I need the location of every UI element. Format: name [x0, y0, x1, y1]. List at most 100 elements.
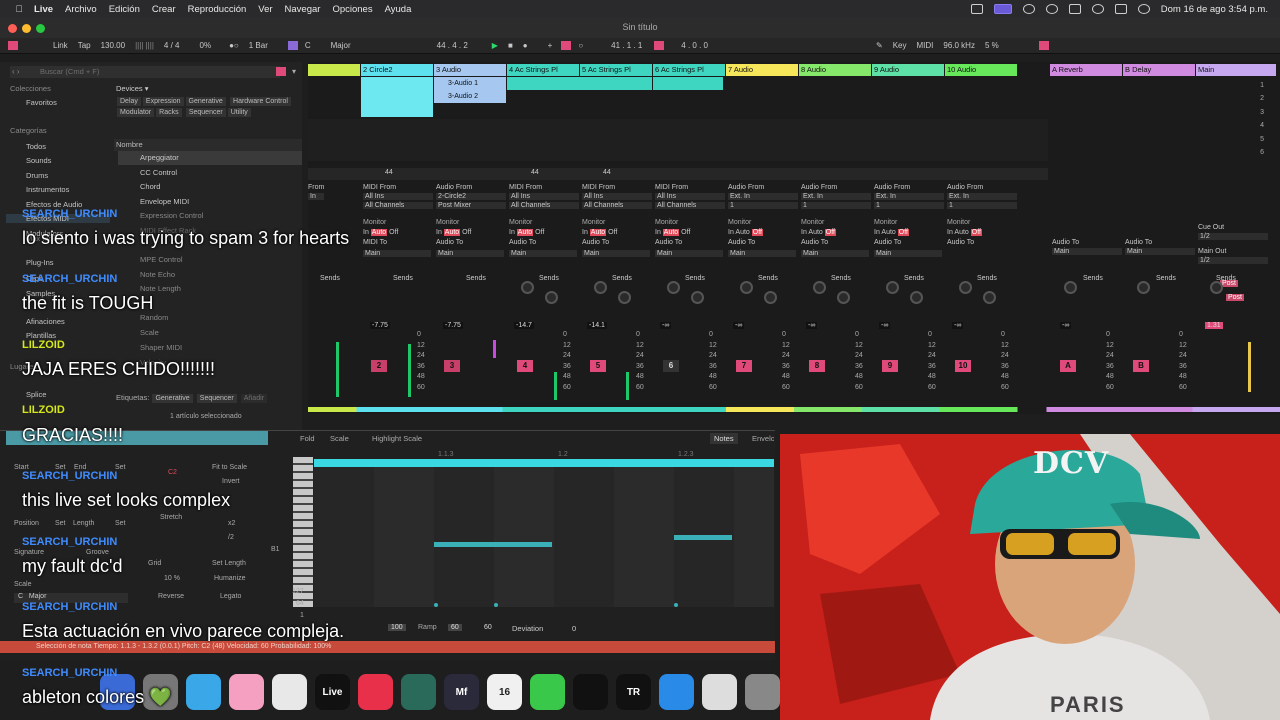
ramp-mid-field[interactable]: 60	[448, 624, 462, 631]
arrangement-view-icon[interactable]	[8, 41, 18, 50]
dock-settings-icon[interactable]	[745, 674, 780, 710]
browser-options-icon[interactable]	[276, 67, 286, 76]
cue-out[interactable]: Cue Out 1/2	[1198, 224, 1268, 240]
vol-track5[interactable]: -14.1	[587, 322, 607, 329]
wifi-icon[interactable]	[1068, 4, 1081, 14]
io-track3[interactable]: Audio From 2-Circle2 Post Mixer	[436, 184, 506, 209]
dock-appletv-icon[interactable]	[573, 674, 608, 710]
track-header-3[interactable]: 3 Audio	[434, 64, 506, 76]
io-track8[interactable]: Audio From Ext. In 1	[801, 184, 871, 209]
dock-maps-icon[interactable]	[186, 674, 221, 710]
place-splice[interactable]: Splice	[26, 390, 46, 399]
menu-edicion[interactable]: Edición	[109, 4, 140, 15]
control-icon[interactable]	[1114, 4, 1127, 14]
track-activator-5[interactable]: 5	[590, 360, 606, 372]
vol-track2[interactable]: -7.75	[370, 322, 390, 329]
vol-track9[interactable]: -∞	[879, 322, 891, 329]
loop-start[interactable]: 41 . 1 . 1	[607, 41, 646, 50]
divide-two-button[interactable]: /2	[228, 534, 234, 541]
track-header-7[interactable]: 7 Audio	[726, 64, 798, 76]
scale-mode-icon[interactable]	[287, 41, 298, 50]
vol-track6[interactable]: -∞	[660, 322, 672, 329]
ramp-start-field[interactable]: 100	[388, 624, 406, 631]
send-b-knob-5[interactable]	[618, 291, 631, 304]
notes-tab[interactable]: Notes	[710, 433, 738, 444]
track-activator-a[interactable]: A	[1060, 360, 1076, 372]
length-set-button[interactable]: Set	[115, 520, 126, 527]
io-track9[interactable]: Audio From Ext. In 1	[874, 184, 944, 209]
clip-strings-6[interactable]	[653, 77, 723, 90]
invert-button[interactable]: Invert	[222, 478, 240, 485]
clip-track2[interactable]	[361, 77, 433, 117]
menu-app[interactable]: Live	[34, 4, 53, 15]
send-b-knob-7[interactable]	[764, 291, 777, 304]
io-track6[interactable]: MIDI From All Ins All Channels	[655, 184, 725, 209]
key-map-button[interactable]: Key	[889, 41, 911, 50]
user-icon[interactable]	[1045, 4, 1058, 14]
monitor-buttons-row[interactable]: In Auto Off In Auto Off In Auto Off In Auto…	[363, 229, 1013, 236]
track-activator-3[interactable]: 3	[444, 360, 460, 372]
scene-launchers[interactable]: 123456	[1256, 79, 1264, 159]
track-header-reverb[interactable]: A Reverb	[1050, 64, 1122, 76]
track-header-5[interactable]: 5 Ac Strings Pl	[580, 64, 652, 76]
humanize-button[interactable]: Humanize	[214, 575, 246, 582]
name-column-header[interactable]: Nombre	[114, 139, 302, 151]
track-activator-8[interactable]: 8	[809, 360, 825, 372]
menubar-clock[interactable]: Dom 16 de ago 3:54 p.m.	[1161, 4, 1268, 15]
devices-dropdown[interactable]: Devices ▾	[116, 84, 149, 93]
clip-strings[interactable]	[507, 77, 652, 90]
track-activator-10[interactable]: 10	[955, 360, 971, 372]
loop-switch-icon[interactable]	[654, 41, 665, 50]
dock-tr-icon[interactable]: TR	[616, 674, 651, 710]
track-activator-2[interactable]: 2	[371, 360, 387, 372]
track-activator-b[interactable]: B	[1133, 360, 1149, 372]
send-b-knob-6[interactable]	[691, 291, 704, 304]
screen-mirror-icon[interactable]	[970, 4, 983, 14]
vol-track3[interactable]: -7.75	[443, 322, 463, 329]
reverse-button[interactable]: Reverse	[158, 593, 184, 600]
track-header-4[interactable]: 4 Ac Strings Pl	[507, 64, 579, 76]
tap-button[interactable]: Tap	[74, 41, 95, 50]
device-cc-control[interactable]: CC Control	[118, 166, 302, 180]
ramp-end-field[interactable]: 60	[484, 624, 492, 631]
footer-tag-generative[interactable]: Generative	[152, 394, 193, 403]
record-button-icon[interactable]: ●	[519, 41, 532, 50]
play-icon[interactable]: ▶	[488, 41, 502, 50]
send-b-knob-9[interactable]	[910, 291, 923, 304]
record-icon[interactable]	[1022, 4, 1035, 14]
tag-utility[interactable]: Utility	[227, 108, 251, 117]
send-b-knob-4[interactable]	[545, 291, 558, 304]
track-header-main[interactable]: Main	[1196, 64, 1276, 76]
back-icon[interactable]: ‹ ›	[12, 67, 20, 76]
track-header-1[interactable]	[308, 64, 360, 76]
link-button[interactable]: Link	[49, 41, 72, 50]
overdub-icon[interactable]: +	[544, 41, 557, 50]
grid-select[interactable]: Grid	[148, 560, 161, 567]
track-activator-6[interactable]: 6	[663, 360, 679, 372]
dock-chrome-icon[interactable]	[272, 674, 307, 710]
tag-hardware-control[interactable]: Hardware Control	[230, 97, 291, 106]
tag-delay[interactable]: Delay	[117, 97, 141, 106]
send-a-knob-5[interactable]	[594, 281, 607, 294]
io-track1[interactable]: From In	[308, 184, 325, 200]
post-button-2[interactable]: Post	[1226, 294, 1245, 301]
position-set-button[interactable]: Set	[55, 520, 66, 527]
percent-field[interactable]: 10 %	[164, 575, 180, 582]
send-a-knob-7[interactable]	[740, 281, 753, 294]
automation-arm-icon[interactable]	[561, 41, 572, 50]
tag-sequencer[interactable]: Sequencer	[185, 108, 226, 117]
velocity-point-3[interactable]	[674, 603, 678, 607]
midi-note-1[interactable]	[434, 542, 552, 547]
tag-generative[interactable]: Generative	[185, 97, 226, 106]
dock-photos-icon[interactable]	[229, 674, 264, 710]
menu-ayuda[interactable]: Ayuda	[385, 4, 412, 15]
midi-map-button[interactable]: MIDI	[912, 41, 937, 50]
io-track2[interactable]: MIDI From All Ins All Channels	[363, 184, 433, 209]
tempo-field[interactable]: 130.00	[97, 41, 129, 50]
category-todos[interactable]: Todos	[26, 142, 46, 151]
output-routing-row[interactable]: MIDI To Audio To Audio To Audio To Audio To A…	[363, 239, 1013, 246]
send-a-knob-8[interactable]	[813, 281, 826, 294]
times-two-button[interactable]: x2	[228, 520, 235, 527]
tag-modulator[interactable]: Modulator	[117, 108, 155, 117]
track-header-delay[interactable]: B Delay	[1123, 64, 1195, 76]
